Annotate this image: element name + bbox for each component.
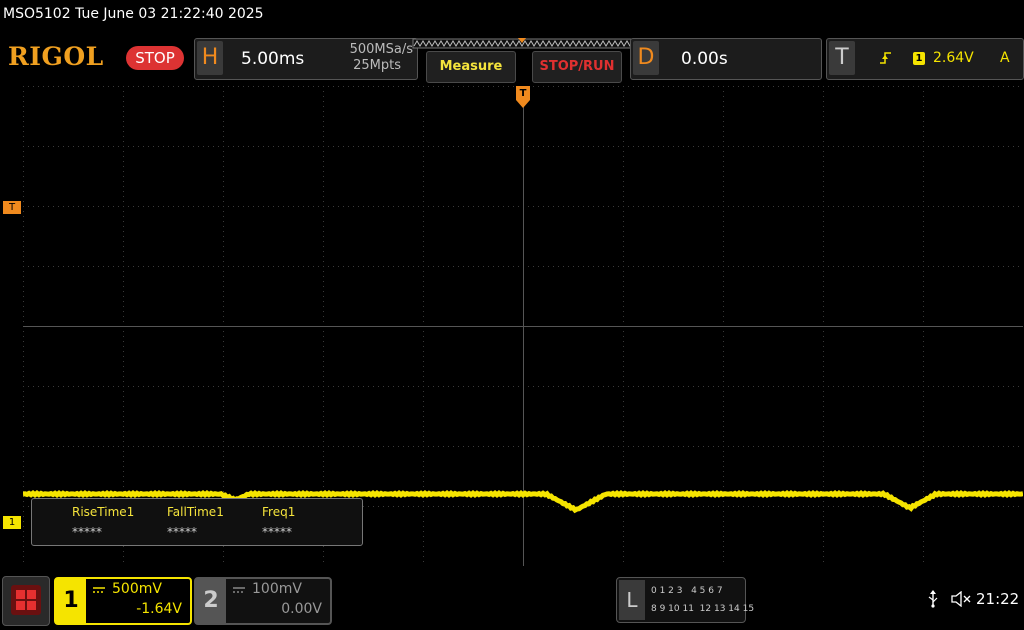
logic-channels-low: 0 1 2 3 4 5 6 7 bbox=[651, 586, 723, 596]
channel1-panel[interactable]: 1 500mV -1.64V bbox=[54, 577, 192, 625]
measure-button[interactable]: Measure bbox=[426, 51, 516, 83]
channel2-number: 2 bbox=[196, 579, 226, 623]
dc-coupling-icon bbox=[233, 587, 245, 593]
trigger-letter: T bbox=[829, 41, 855, 75]
channel2-panel[interactable]: 2 100mV 0.00V bbox=[194, 577, 332, 625]
delay-value: 0.00s bbox=[681, 49, 728, 69]
horizontal-panel[interactable]: H 5.00ms 500MSa/s 25Mpts bbox=[194, 38, 418, 80]
dc-coupling-icon bbox=[93, 587, 105, 593]
device-title: MSO5102 Tue June 03 21:22:40 2025 bbox=[3, 6, 264, 22]
stop-run-button[interactable]: STOP/RUN bbox=[532, 51, 622, 83]
rigol-logo: RIGOL bbox=[8, 42, 104, 71]
menu-icon bbox=[11, 585, 41, 615]
channel1-number: 1 bbox=[56, 579, 86, 623]
waveform-display[interactable] bbox=[23, 86, 1023, 566]
logic-panel[interactable]: L 0 1 2 3 4 5 6 7 8 9 10 11 12 13 14 15 bbox=[616, 577, 754, 623]
measurement-falltime: FallTime1 ***** bbox=[167, 505, 224, 539]
measurement-risetime: RiseTime1 ***** bbox=[72, 505, 135, 539]
trigger-level: 2.64V bbox=[933, 50, 974, 66]
measurement-panel: RiseTime1 ***** FallTime1 ***** Freq1 **… bbox=[31, 498, 363, 546]
memory-position-bar[interactable] bbox=[412, 37, 636, 51]
menu-button[interactable] bbox=[2, 576, 50, 626]
delay-panel[interactable]: D 0.00s bbox=[630, 38, 822, 80]
trigger-mode: A bbox=[1000, 50, 1010, 66]
logic-letter: L bbox=[619, 580, 645, 620]
trigger-position-marker[interactable]: T bbox=[516, 86, 530, 108]
channel2-offset: 0.00V bbox=[281, 601, 322, 617]
horizontal-letter: H bbox=[197, 41, 223, 75]
channel1-scale: 500mV bbox=[112, 581, 162, 597]
trigger-level-marker[interactable]: T bbox=[3, 201, 21, 214]
logic-channels-high: 8 9 10 11 12 13 14 15 bbox=[651, 604, 755, 614]
clock: 21:22 bbox=[976, 590, 1020, 608]
trigger-edge-icon bbox=[880, 52, 891, 64]
timebase-value: 5.00ms bbox=[241, 49, 305, 69]
usb-icon bbox=[928, 590, 938, 608]
measurement-freq: Freq1 ***** bbox=[262, 505, 296, 539]
channel1-offset: -1.64V bbox=[136, 601, 182, 617]
memory-depth: 25Mpts bbox=[353, 58, 401, 73]
sample-rate: 500MSa/s bbox=[349, 42, 413, 57]
channel2-scale: 100mV bbox=[252, 581, 302, 597]
speaker-muted-icon[interactable] bbox=[951, 591, 971, 607]
ch1-ground-marker[interactable]: 1 bbox=[3, 516, 21, 529]
run-state-badge[interactable]: STOP bbox=[126, 46, 184, 70]
delay-letter: D bbox=[633, 41, 659, 75]
trigger-source: 1 bbox=[913, 52, 925, 65]
trigger-panel[interactable]: T 1 2.64V A bbox=[826, 38, 1024, 80]
